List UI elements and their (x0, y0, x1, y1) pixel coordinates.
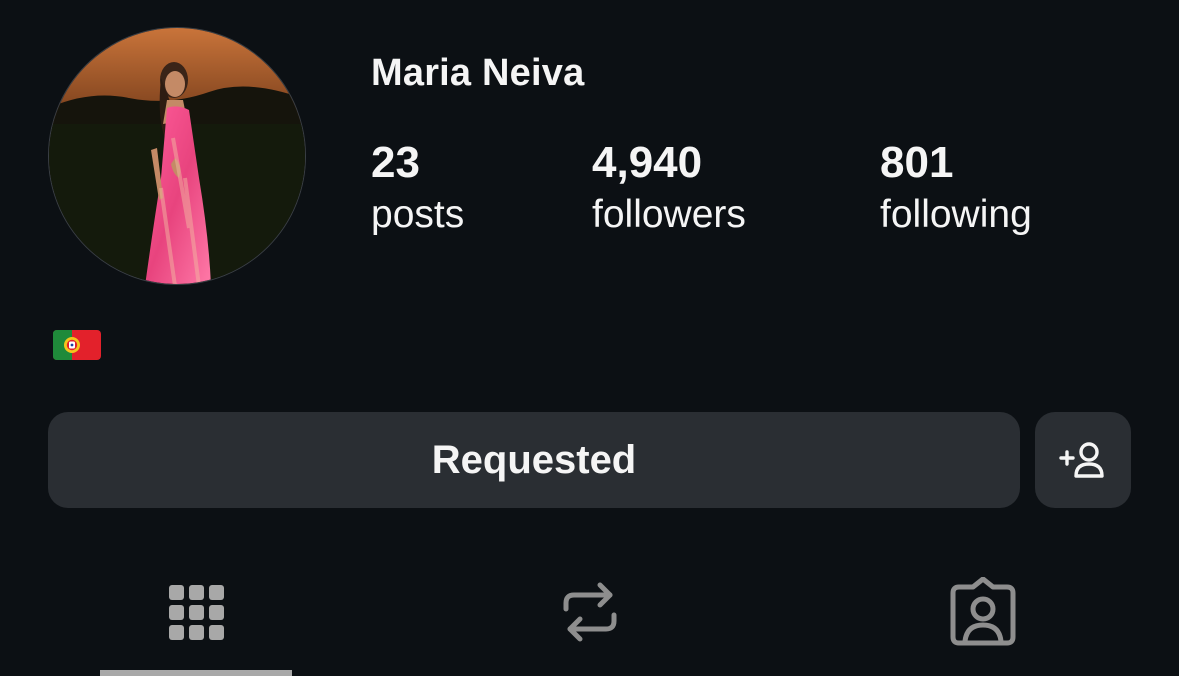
following-stat[interactable]: 801 following (880, 137, 1032, 241)
followers-label: followers (592, 193, 746, 236)
avatar[interactable] (48, 27, 306, 285)
followers-count: 4,940 (592, 138, 703, 187)
grid-icon (169, 585, 224, 640)
followers-stat[interactable]: 4,940 followers (592, 137, 746, 241)
add-person-button[interactable] (1035, 412, 1131, 508)
profile-header: Maria Neiva 23 posts 4,940 followers 801… (0, 0, 1179, 676)
repost-icon (563, 582, 617, 642)
avatar-photo (49, 28, 305, 284)
tab-reposts[interactable] (550, 572, 630, 652)
posts-count: 23 (371, 138, 420, 187)
active-tab-indicator (100, 670, 292, 676)
following-count: 801 (880, 138, 954, 187)
add-person-icon (1059, 442, 1104, 478)
following-label: following (880, 193, 1032, 236)
requested-button[interactable]: Requested (48, 412, 1020, 508)
tab-posts-grid[interactable] (157, 572, 237, 652)
tab-tagged[interactable] (943, 572, 1023, 652)
tagged-person-icon (950, 577, 1016, 646)
posts-stat[interactable]: 23 posts (371, 137, 464, 241)
profile-username: Maria Neiva (371, 52, 585, 94)
portugal-flag-icon (53, 330, 101, 360)
posts-label: posts (371, 193, 465, 236)
